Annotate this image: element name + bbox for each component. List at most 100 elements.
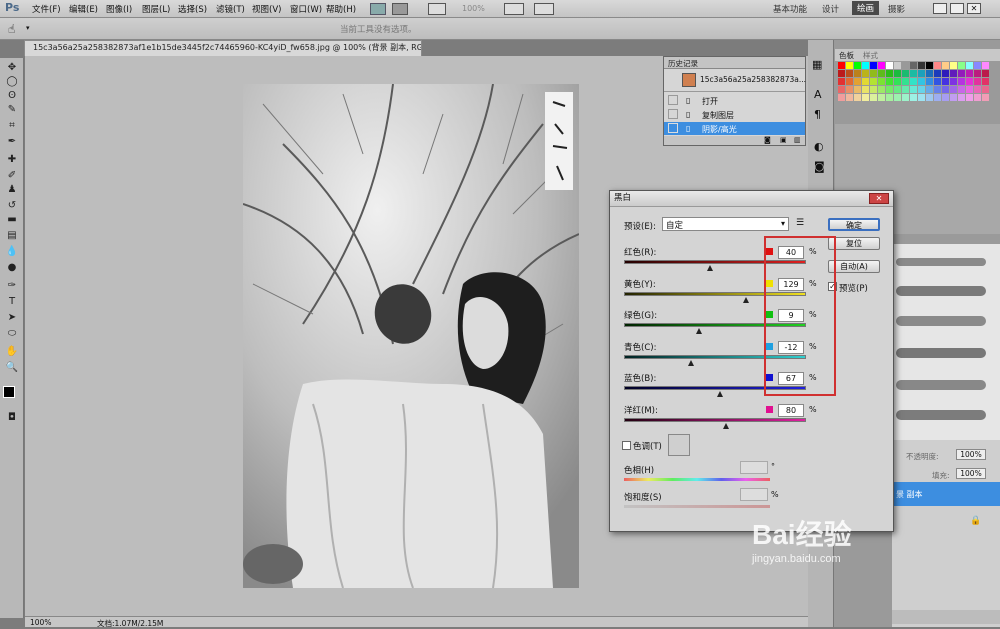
color-swatch[interactable] (926, 86, 933, 93)
color-swatch[interactable] (894, 94, 901, 101)
color-swatch[interactable] (966, 70, 973, 77)
color-swatch[interactable] (838, 78, 845, 85)
quick-select-tool-icon[interactable]: ✎ (5, 104, 19, 116)
blur-tool-icon[interactable]: 💧 (5, 246, 19, 258)
color-swatch[interactable] (934, 62, 941, 69)
menu-file[interactable]: 文件(F) (32, 3, 61, 15)
color-swatch[interactable] (942, 78, 949, 85)
color-swatch[interactable] (902, 62, 909, 69)
color-swatch[interactable] (982, 86, 989, 93)
color-swatch[interactable] (958, 86, 965, 93)
slider-thumb[interactable] (695, 328, 702, 334)
color-swatch[interactable] (918, 94, 925, 101)
type-tool-icon[interactable]: T (5, 296, 19, 308)
color-swatch[interactable] (950, 94, 957, 101)
clone-stamp-tool-icon[interactable]: ♟ (5, 184, 19, 196)
tint-color-swatch[interactable] (668, 434, 690, 456)
foreground-color-swatch[interactable] (3, 386, 15, 398)
arrange-documents-icon[interactable] (428, 3, 446, 15)
history-brush-tool-icon[interactable]: ↺ (5, 200, 19, 212)
color-swatch[interactable] (838, 86, 845, 93)
color-swatch[interactable] (886, 78, 893, 85)
color-swatch[interactable] (862, 62, 869, 69)
color-swatch[interactable] (878, 86, 885, 93)
color-swatch[interactable] (934, 94, 941, 101)
color-swatch[interactable] (958, 94, 965, 101)
preset-options-icon[interactable]: ☰ (796, 218, 804, 228)
color-swatch[interactable] (870, 78, 877, 85)
hand-tool-preset-icon[interactable]: ☝ (8, 22, 15, 36)
layer-row-selected[interactable]: 景 副本 (892, 482, 1000, 506)
menu-help[interactable]: 帮助(H) (326, 3, 356, 15)
color-swatch[interactable] (894, 86, 901, 93)
color-swatch[interactable] (846, 62, 853, 69)
brush-tool-icon[interactable]: ✐ (5, 170, 19, 182)
color-swatch[interactable] (982, 78, 989, 85)
color-swatch[interactable] (950, 62, 957, 69)
history-brush-source[interactable] (668, 109, 678, 119)
opacity-field[interactable]: 100% (956, 449, 986, 460)
slider-track[interactable] (624, 417, 806, 422)
menu-image[interactable]: 图像(I) (106, 3, 132, 15)
slider-value-field[interactable]: 80 (778, 403, 804, 417)
color-swatch[interactable] (862, 70, 869, 77)
color-swatch[interactable] (958, 62, 965, 69)
color-swatch[interactable] (950, 70, 957, 77)
workspace-essentials[interactable]: 基本功能 (773, 3, 807, 15)
color-swatch[interactable] (974, 70, 981, 77)
color-swatch[interactable] (854, 94, 861, 101)
bridge-icon[interactable] (370, 3, 386, 15)
color-swatch[interactable] (910, 70, 917, 77)
slider-thumb[interactable] (742, 296, 749, 303)
color-swatch[interactable] (918, 78, 925, 85)
ok-button[interactable]: 确定 (828, 218, 880, 231)
status-zoom[interactable]: 100% (30, 618, 51, 627)
color-swatch[interactable] (886, 62, 893, 69)
color-swatch[interactable] (910, 62, 917, 69)
color-swatch[interactable] (958, 70, 965, 77)
color-swatch[interactable] (886, 94, 893, 101)
workspace-photography[interactable]: 摄影 (888, 3, 905, 15)
color-swatch[interactable] (878, 94, 885, 101)
zoom-display[interactable]: 100% (462, 4, 485, 13)
color-swatch[interactable] (942, 62, 949, 69)
color-swatch[interactable] (870, 86, 877, 93)
color-swatch[interactable] (934, 78, 941, 85)
color-swatch[interactable] (894, 78, 901, 85)
color-swatch[interactable] (862, 94, 869, 101)
color-swatch[interactable] (894, 70, 901, 77)
color-swatch[interactable] (902, 86, 909, 93)
paragraph-panel-icon[interactable]: ¶ (814, 108, 821, 121)
pen-tool-icon[interactable]: ✑ (5, 280, 19, 292)
color-swatch[interactable] (854, 86, 861, 93)
eyedropper-tool-icon[interactable]: ✒ (5, 136, 19, 148)
document-image[interactable] (243, 84, 579, 588)
color-swatch[interactable] (958, 78, 965, 85)
lasso-tool-icon[interactable]: ʘ (5, 90, 19, 102)
color-swatch[interactable] (918, 70, 925, 77)
minibridge-icon[interactable] (392, 3, 408, 15)
color-swatch[interactable] (846, 86, 853, 93)
menu-filter[interactable]: 滤镜(T) (216, 3, 245, 15)
history-title[interactable]: 历史记录 (668, 58, 698, 69)
dialog-close-icon[interactable]: ✕ (869, 193, 889, 204)
color-swatch[interactable] (950, 86, 957, 93)
move-tool-icon[interactable]: ✥ (5, 62, 19, 74)
gradient-tool-icon[interactable]: ▤ (5, 230, 19, 242)
color-swatch[interactable] (942, 94, 949, 101)
color-swatch[interactable] (862, 86, 869, 93)
color-swatch[interactable] (982, 70, 989, 77)
color-swatch[interactable] (886, 70, 893, 77)
color-swatch[interactable] (870, 62, 877, 69)
tint-checkbox[interactable] (622, 441, 631, 450)
color-swatch[interactable] (926, 94, 933, 101)
color-swatch[interactable] (910, 94, 917, 101)
menu-select[interactable]: 选择(S) (178, 3, 207, 15)
swatch-grid[interactable] (838, 62, 989, 112)
color-swatch[interactable] (966, 94, 973, 101)
document-tab[interactable]: 15c3a56a25a258382873af1e1b15de3445f2c744… (24, 40, 422, 56)
color-swatch[interactable] (902, 94, 909, 101)
chevron-down-icon[interactable]: ▾ (26, 24, 30, 32)
marquee-tool-icon[interactable]: ◯ (5, 76, 19, 88)
path-select-tool-icon[interactable]: ➤ (5, 312, 19, 324)
